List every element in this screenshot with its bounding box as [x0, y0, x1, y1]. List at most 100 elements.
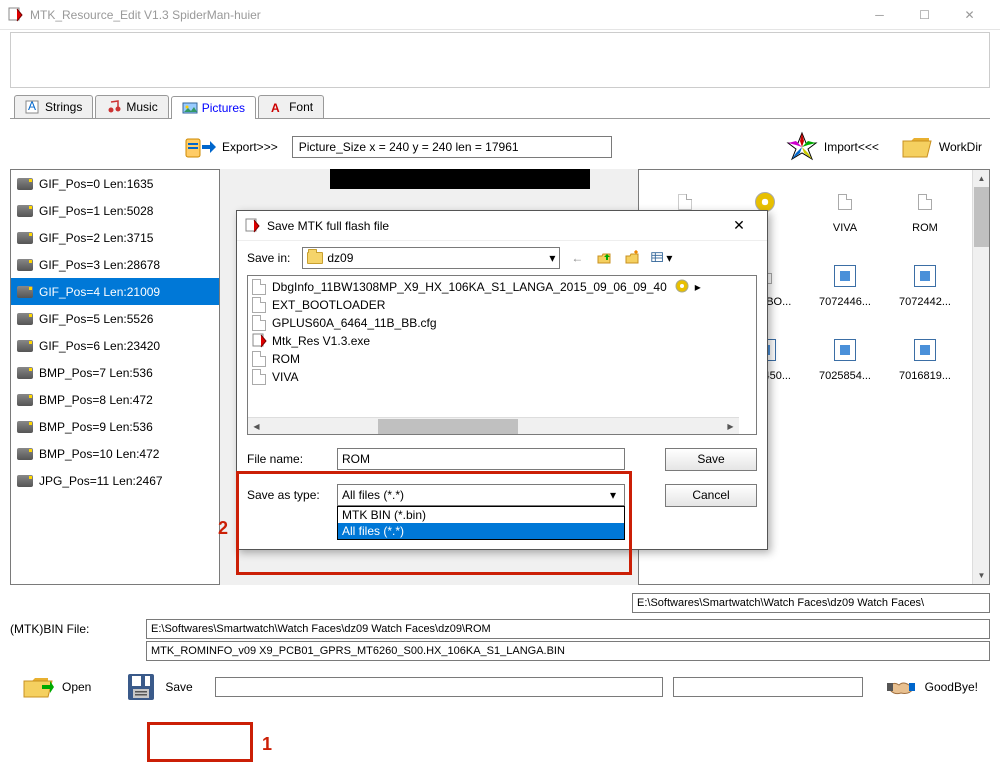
import-button[interactable]: Import<<<	[778, 127, 887, 167]
workdir-path-field[interactable]	[632, 593, 990, 613]
tab-strip: A Strings Music Pictures A Font	[0, 92, 1000, 118]
toolbar-placeholder	[10, 32, 990, 88]
dialog-hscrollbar[interactable]: ◀ ▶	[248, 417, 739, 434]
list-item[interactable]: BMP_Pos=9 Len:536	[11, 413, 219, 440]
list-item[interactable]: BMP_Pos=7 Len:536	[11, 359, 219, 386]
save-in-label: Save in:	[247, 251, 290, 265]
list-item[interactable]: GIF_Pos=4 Len:21009	[11, 278, 219, 305]
handshake-icon	[885, 671, 917, 703]
list-item[interactable]: GIF_Pos=3 Len:28678	[11, 251, 219, 278]
file-item[interactable]: 7016819...	[885, 330, 965, 398]
file-item[interactable]: 7072446...	[805, 256, 885, 324]
list-item[interactable]: BMP_Pos=10 Len:472	[11, 440, 219, 467]
bottom-row: Open Save GoodBye!	[10, 665, 990, 709]
document-icon	[252, 297, 266, 313]
music-icon	[106, 99, 122, 115]
annotation-box-1	[147, 722, 253, 762]
svg-text:A: A	[28, 99, 36, 113]
maximize-button[interactable]: ☐	[902, 0, 947, 30]
list-item[interactable]: GIF_Pos=2 Len:3715	[11, 224, 219, 251]
action-row: Export>>> Import<<< WorkDir	[0, 125, 1000, 169]
file-item[interactable]: VIVA	[805, 182, 885, 250]
chip-icon	[17, 475, 33, 487]
chip-icon	[17, 232, 33, 244]
hscrollbar-thumb[interactable]	[378, 419, 518, 434]
dialog-save-button[interactable]: Save	[665, 448, 757, 471]
file-item[interactable]: ROM	[885, 182, 965, 250]
files-scrollbar[interactable]: ▲ ▼	[972, 170, 989, 584]
list-item[interactable]: GIF_Pos=5 Len:5526	[11, 305, 219, 332]
tab-music[interactable]: Music	[95, 95, 168, 118]
dialog-file-row[interactable]: VIVA	[250, 368, 754, 386]
dialog-cancel-button[interactable]: Cancel	[665, 484, 757, 507]
new-folder-button[interactable]	[622, 247, 644, 269]
filename-input[interactable]	[337, 448, 625, 470]
document-icon	[252, 279, 266, 295]
image-icon	[914, 339, 936, 361]
dialog-file-list[interactable]: DbgInfo_11BW1308MP_X9_HX_106KA_S1_LANGA_…	[247, 275, 757, 435]
dialog-file-row[interactable]: GPLUS60A_6464_11B_BB.cfg	[250, 314, 754, 332]
list-item[interactable]: GIF_Pos=6 Len:23420	[11, 332, 219, 359]
document-icon	[838, 194, 852, 210]
floppy-icon	[125, 671, 157, 703]
dialog-close-button[interactable]: ✕	[719, 212, 759, 240]
savetype-option[interactable]: MTK BIN (*.bin)	[338, 507, 624, 523]
dialog-app-icon	[245, 218, 261, 234]
close-button[interactable]: ✕	[947, 0, 992, 30]
goodbye-button[interactable]: GoodBye!	[873, 667, 990, 707]
export-icon	[184, 131, 216, 163]
dialog-file-row[interactable]: ROM	[250, 350, 754, 368]
window-title: MTK_Resource_Edit V1.3 SpiderMan-huier	[30, 8, 261, 22]
chip-icon	[17, 394, 33, 406]
savetype-option[interactable]: All files (*.*)	[338, 523, 624, 539]
export-button[interactable]: Export>>>	[176, 127, 286, 167]
up-folder-button[interactable]	[594, 247, 616, 269]
minimize-button[interactable]: ─	[857, 0, 902, 30]
rominfo-field[interactable]	[146, 641, 990, 661]
image-icon	[914, 265, 936, 287]
savetype-dropdown[interactable]: MTK BIN (*.bin)All files (*.*)	[337, 506, 625, 540]
cd-icon	[675, 279, 689, 296]
document-icon	[918, 194, 932, 210]
binfile-path-field[interactable]	[146, 619, 990, 639]
picture-size-field	[292, 136, 612, 158]
savetype-label: Save as type:	[247, 488, 329, 502]
file-item[interactable]: 7025854...	[805, 330, 885, 398]
file-item[interactable]: 7072442...	[885, 256, 965, 324]
list-item[interactable]: GIF_Pos=1 Len:5028	[11, 197, 219, 224]
dialog-file-row[interactable]: Mtk_Res V1.3.exe	[250, 332, 754, 350]
save-dialog: Save MTK full flash file ✕ Save in: dz09…	[236, 210, 768, 550]
filename-label: File name:	[247, 452, 329, 466]
tab-font[interactable]: A Font	[258, 95, 324, 118]
chip-icon	[17, 286, 33, 298]
save-button[interactable]: Save	[113, 667, 204, 707]
list-item[interactable]: GIF_Pos=0 Len:1635	[11, 170, 219, 197]
binfile-label: (MTK)BIN File:	[10, 622, 140, 636]
list-item[interactable]: JPG_Pos=11 Len:2467	[11, 467, 219, 494]
image-icon	[834, 339, 856, 361]
pictures-icon	[182, 100, 198, 116]
tab-strings[interactable]: A Strings	[14, 95, 93, 118]
chip-icon	[17, 367, 33, 379]
chevron-down-icon: ▾	[549, 251, 555, 265]
savetype-combo[interactable]: All files (*.*) ▾ MTK BIN (*.bin)All fil…	[337, 484, 625, 506]
open-button[interactable]: Open	[10, 667, 103, 707]
dialog-file-row[interactable]: DbgInfo_11BW1308MP_X9_HX_106KA_S1_LANGA_…	[250, 278, 754, 296]
window-titlebar: MTK_Resource_Edit V1.3 SpiderMan-huier ─…	[0, 0, 1000, 30]
font-icon: A	[269, 99, 285, 115]
workdir-button[interactable]: WorkDir	[893, 127, 990, 167]
folder-icon	[307, 252, 323, 264]
chevron-right-icon: ▸	[695, 280, 701, 294]
image-icon	[834, 265, 856, 287]
resource-list[interactable]: GIF_Pos=0 Len:1635GIF_Pos=1 Len:5028GIF_…	[10, 169, 220, 585]
list-item[interactable]: BMP_Pos=8 Len:472	[11, 386, 219, 413]
view-menu-button[interactable]: ▾	[650, 247, 672, 269]
back-button[interactable]: ←	[566, 247, 588, 269]
dialog-titlebar: Save MTK full flash file ✕	[237, 211, 767, 241]
scrollbar-thumb[interactable]	[974, 187, 989, 247]
svg-text:A: A	[271, 101, 280, 115]
progress-bar-2	[673, 677, 863, 697]
dialog-file-row[interactable]: EXT_BOOTLOADER	[250, 296, 754, 314]
save-in-dropdown[interactable]: dz09 ▾	[302, 247, 560, 269]
tab-pictures[interactable]: Pictures	[171, 96, 256, 119]
